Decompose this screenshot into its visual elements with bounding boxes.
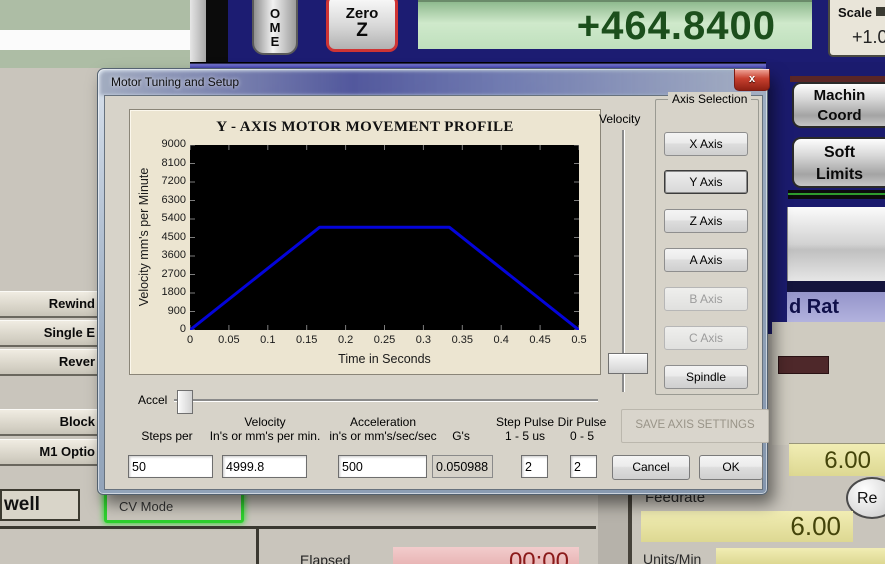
left-button-single-e[interactable]: Single E <box>0 320 97 347</box>
x-tick-label: 0 <box>186 334 194 346</box>
accel-slider-track[interactable] <box>174 399 598 401</box>
panel-edge <box>190 0 206 62</box>
field-input-step-pulse[interactable] <box>521 455 548 478</box>
cancel-button[interactable]: Cancel <box>612 455 690 480</box>
left-button-rewind[interactable]: Rewind <box>0 291 97 318</box>
axis-position-dro[interactable]: +464.8400 <box>418 0 812 49</box>
x-tick-label: 0.1 <box>260 334 276 346</box>
chart-x-axis-label: Time in Seconds <box>338 352 431 366</box>
dwell-led: well <box>0 489 80 521</box>
scale-label: Scale <box>838 5 872 20</box>
left-button-m1-optio[interactable]: M1 Optio <box>0 439 97 466</box>
velocity-slider-label: Velocity <box>599 112 641 126</box>
mach3-screen: OME Zero Z +464.8400 Scale +1.0 Machin C… <box>0 0 885 564</box>
feed-rate-header: d Rat <box>787 292 885 322</box>
scale-value-dro[interactable]: +1.0 <box>852 27 885 48</box>
x-tick-label: 0.5 <box>571 334 587 346</box>
x-tick-label: 0.25 <box>373 334 396 346</box>
chart-title: Y - AXIS MOTOR MOVEMENT PROFILE <box>216 119 514 135</box>
toolpath-stripe <box>0 30 190 50</box>
x-tick-label: 0.35 <box>451 334 473 346</box>
glossy-panel <box>787 207 885 281</box>
x-tick-label: 0.05 <box>218 334 240 346</box>
motor-tuning-dialog: Motor Tuning and Setup x Y - AXIS MOTOR … <box>97 68 770 495</box>
y-tick-label: 7200 <box>161 175 186 187</box>
field-input-acceleration[interactable] <box>338 455 427 478</box>
soft-limits-line2: Limits <box>815 166 864 183</box>
left-button-rever[interactable]: Rever <box>0 349 97 376</box>
axis-button-z-axis[interactable]: Z Axis <box>664 209 748 233</box>
soft-limits-button[interactable]: Soft Limits <box>792 137 885 188</box>
field-input-dir-pulse[interactable] <box>570 455 597 478</box>
y-tick-label: 8100 <box>161 156 186 169</box>
ok-button[interactable]: OK <box>699 455 763 480</box>
axis-button-c-axis: C Axis <box>664 326 748 350</box>
home-button-letter: M <box>269 20 281 35</box>
axis-button-x-axis[interactable]: X Axis <box>664 132 748 156</box>
y-tick-label: 1800 <box>161 286 186 298</box>
save-axis-settings-button[interactable]: SAVE AXIS SETTINGS <box>621 409 769 443</box>
x-tick-label: 0.15 <box>295 334 318 346</box>
axis-selection-title: Axis Selection <box>668 92 752 106</box>
elapsed-time-dro: 00:00 <box>393 547 579 564</box>
divider-line-vertical <box>256 526 259 564</box>
field-label-dir-pulse-line1: Dir Pulse <box>557 415 607 429</box>
machine-coords-button[interactable]: Machin Coord <box>792 82 885 128</box>
close-button[interactable]: x <box>734 69 770 91</box>
field-label-dir-pulse: 0 - 5 <box>569 429 594 443</box>
home-button[interactable]: OME <box>252 0 298 55</box>
y-tick-label: 5400 <box>161 212 186 224</box>
scale-led-icon <box>876 7 885 16</box>
home-button-letter: O <box>269 6 281 21</box>
feedrate-dro[interactable]: 6.00 <box>641 511 853 542</box>
dark-band <box>787 281 885 292</box>
axis-button-spindle[interactable]: Spindle <box>664 365 748 389</box>
feed-override-dro[interactable]: 6.00 <box>789 443 885 476</box>
y-tick-label: 6300 <box>161 193 186 206</box>
left-button-block[interactable]: Block <box>0 409 97 436</box>
axis-button-a-axis[interactable]: A Axis <box>664 248 748 272</box>
field-label-acceleration-line1: Acceleration <box>349 415 417 429</box>
field-input-steps-per[interactable] <box>128 455 213 478</box>
accel-slider-label: Accel <box>138 393 168 407</box>
scale-panel: Scale +1.0 <box>828 0 885 57</box>
field-input-velocity[interactable] <box>222 455 307 478</box>
zero-z-label-line2: Z <box>356 20 368 41</box>
dialog-title: Motor Tuning and Setup <box>111 75 240 89</box>
accel-slider-thumb[interactable] <box>177 390 193 414</box>
y-tick-label: 900 <box>167 304 186 317</box>
x-tick-label: 0.45 <box>529 334 551 346</box>
field-input-gs[interactable] <box>432 455 493 478</box>
machine-coords-line1: Machin <box>813 87 866 104</box>
green-indicator-line <box>788 193 885 195</box>
zero-z-button[interactable]: Zero Z <box>326 0 398 52</box>
motor-profile-chart: Y - AXIS MOTOR MOVEMENT PROFILE Velocity… <box>129 109 601 375</box>
y-tick-label: 9000 <box>161 138 186 150</box>
x-tick-label: 0.3 <box>415 334 432 346</box>
x-tick-label: 0.2 <box>337 334 354 346</box>
velocity-slider-thumb[interactable] <box>608 353 648 374</box>
chart-plot-area <box>190 145 579 330</box>
soft-limits-line1: Soft <box>823 144 856 161</box>
close-icon: x <box>748 73 756 85</box>
x-tick-label: 0.4 <box>493 334 509 346</box>
y-tick-label: 3600 <box>161 249 186 261</box>
units-per-min-label: Units/Min <box>643 551 702 564</box>
home-button-letter: E <box>270 34 280 49</box>
units-dro[interactable] <box>716 548 885 564</box>
machine-coords-line2: Coord <box>817 107 862 124</box>
divider-line <box>0 526 596 529</box>
feed-override-slider-bar[interactable] <box>778 356 829 374</box>
y-tick-label: 2700 <box>161 267 186 280</box>
elapsed-label: Elapsed <box>300 552 351 564</box>
feed-rate-panel <box>772 322 885 445</box>
panel-gap <box>206 0 228 62</box>
y-tick-label: 4500 <box>161 230 186 243</box>
axis-button-y-axis[interactable]: Y Axis <box>664 170 748 194</box>
axis-button-b-axis: B Axis <box>664 287 748 311</box>
